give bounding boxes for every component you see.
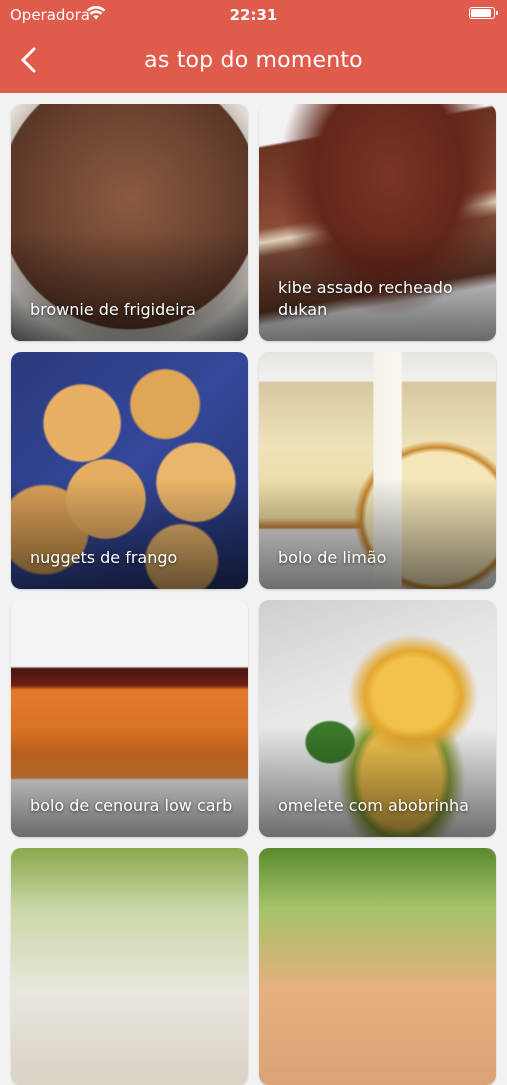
recipe-label: bolo de limão <box>278 548 387 567</box>
recipe-image <box>11 848 248 1085</box>
recipe-label: bolo de cenoura low carb <box>30 796 233 815</box>
recipe-card-brownie[interactable]: brownie de frigideira <box>11 104 248 341</box>
recipe-label: nuggets de frango <box>30 548 178 567</box>
recipe-card-partial-right[interactable] <box>259 848 496 1085</box>
recipe-card-partial-left[interactable] <box>11 848 248 1085</box>
recipe-card-omelete[interactable]: omelete com abobrinha <box>259 600 496 837</box>
recipe-card-bolo-cenoura[interactable]: bolo de cenoura low carb <box>11 600 248 837</box>
app-header: Operadora 22:31 as top do momento <box>0 0 507 93</box>
recipe-label: omelete com abobrinha <box>278 796 469 815</box>
status-time: 22:31 <box>229 6 278 24</box>
recipe-label: brownie de frigideira <box>30 300 196 319</box>
recipe-grid: brownie de frigideira kibe assado rechea… <box>0 93 507 1085</box>
page-title: as top do momento <box>144 48 363 73</box>
recipe-label: kibe assado recheado dukan <box>278 278 453 319</box>
battery-level <box>471 9 491 17</box>
recipe-card-nuggets[interactable]: nuggets de frango <box>11 352 248 589</box>
status-bar: Operadora 22:31 <box>0 0 507 28</box>
battery-icon <box>469 7 498 19</box>
recipe-image <box>259 848 496 1085</box>
recipe-card-bolo-limao[interactable]: bolo de limão <box>259 352 496 589</box>
recipe-card-kibe[interactable]: kibe assado recheado dukan <box>259 104 496 341</box>
